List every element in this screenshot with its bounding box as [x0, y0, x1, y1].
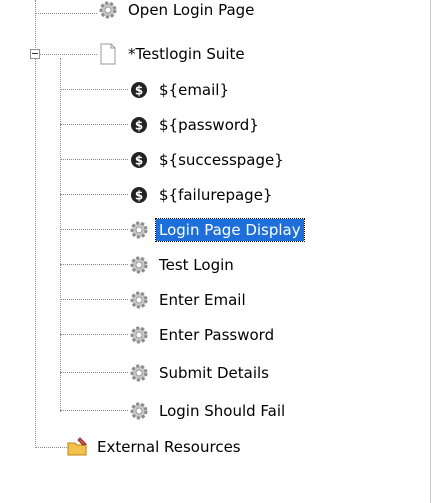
- tree-node-external-resources[interactable]: External Resources: [66, 433, 244, 461]
- dollar-icon: $: [128, 114, 150, 136]
- dollar-icon: $: [128, 184, 150, 206]
- tree-node-variable[interactable]: $ ${failurepage}: [128, 181, 275, 209]
- gear-icon: [128, 254, 150, 276]
- tree-node-label: *Testlogin Suite: [128, 45, 245, 63]
- tree-node-label: Enter Password: [159, 326, 275, 344]
- folder-icon: [66, 436, 88, 458]
- tree-branch-line: [60, 264, 128, 265]
- tree-node-suite[interactable]: *Testlogin Suite: [97, 40, 248, 68]
- tree-node-variable[interactable]: $ ${successpage}: [128, 146, 287, 174]
- tree-branch-line: [60, 124, 128, 125]
- tree-guide-line: [60, 58, 61, 412]
- gear-icon: [128, 324, 150, 346]
- tree-branch-line: [60, 410, 128, 411]
- tree-branch-line: [35, 54, 97, 55]
- file-icon: [97, 43, 119, 65]
- tree-node-keyword[interactable]: Login Should Fail: [128, 397, 288, 425]
- collapse-toggle[interactable]: [30, 49, 40, 59]
- tree-node-label: ${email}: [159, 81, 229, 99]
- tree-node-label: Login Should Fail: [159, 402, 286, 420]
- gear-icon: [97, 0, 119, 21]
- tree-branch-line: [35, 447, 69, 448]
- dollar-icon: $: [128, 79, 150, 101]
- tree-node-keyword[interactable]: Enter Email: [128, 286, 249, 314]
- svg-text:$: $: [135, 189, 143, 203]
- svg-text:$: $: [135, 84, 143, 98]
- tree-branch-line: [60, 89, 128, 90]
- tree-node-label: Login Page Display: [155, 218, 305, 242]
- tree-branch-line: [60, 299, 128, 300]
- tree-node-keyword[interactable]: Login Page Display: [128, 216, 305, 244]
- tree-node-label: External Resources: [97, 438, 241, 456]
- tree-branch-line: [60, 159, 128, 160]
- tree-branch-line: [60, 194, 128, 195]
- tree-node-label: Open Login Page: [128, 1, 255, 19]
- tree-node-label: Test Login: [159, 256, 234, 274]
- tree-node-label: ${password}: [159, 116, 259, 134]
- tree-node-label: ${successpage}: [159, 151, 284, 169]
- tree-node-variable[interactable]: $ ${email}: [128, 76, 232, 104]
- tree-branch-line: [60, 334, 128, 335]
- tree-branch-line: [60, 229, 128, 230]
- tree-branch-line: [60, 372, 128, 373]
- tree-guide-line: [35, 0, 36, 448]
- gear-icon: [128, 289, 150, 311]
- tree-node-open-login-page[interactable]: Open Login Page: [97, 0, 257, 24]
- tree-node-label: ${failurepage}: [159, 186, 273, 204]
- tree-node-label: Enter Email: [159, 291, 246, 309]
- tree-node-keyword[interactable]: Submit Details: [128, 359, 272, 387]
- tree-branch-line: [35, 13, 97, 14]
- dollar-icon: $: [128, 149, 150, 171]
- tree-node-keyword[interactable]: Test Login: [128, 251, 237, 279]
- gear-icon: [128, 400, 150, 422]
- tree-node-label: Submit Details: [159, 364, 269, 382]
- gear-icon: [128, 219, 150, 241]
- svg-text:$: $: [135, 154, 143, 168]
- svg-text:$: $: [135, 119, 143, 133]
- tree-node-keyword[interactable]: Enter Password: [128, 321, 277, 349]
- gear-icon: [128, 362, 150, 384]
- tree-node-variable[interactable]: $ ${password}: [128, 111, 262, 139]
